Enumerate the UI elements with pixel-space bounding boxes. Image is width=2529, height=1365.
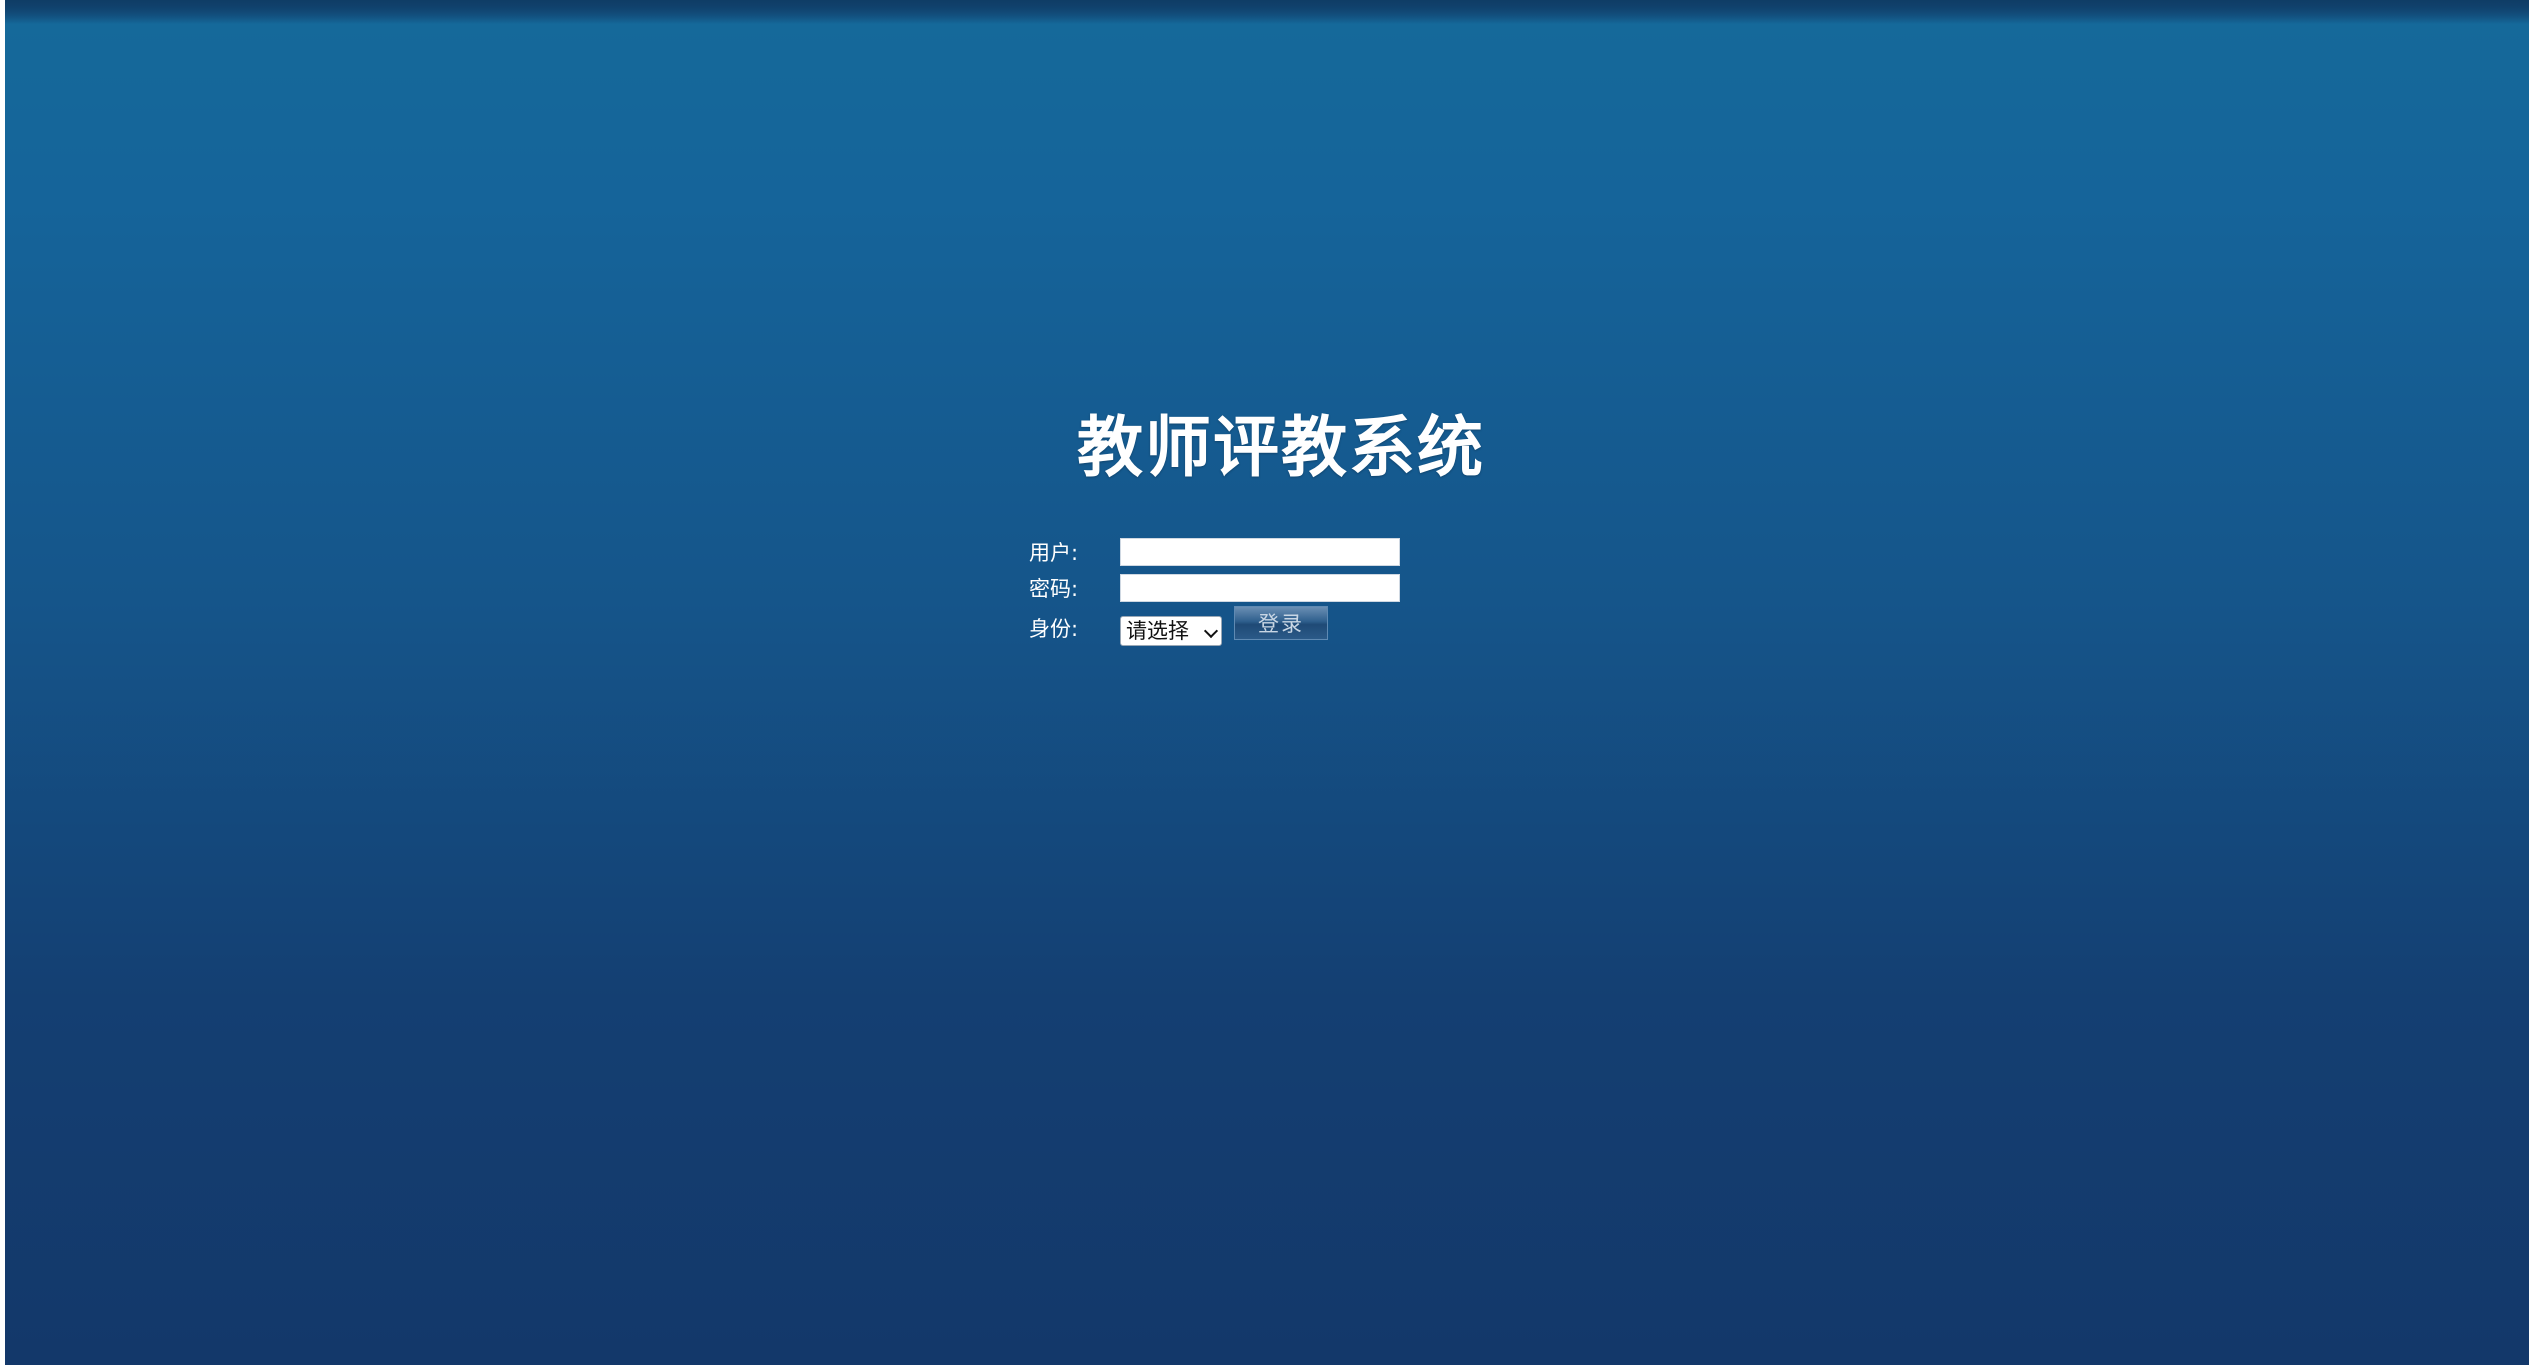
role-label: 身份: (1029, 617, 1079, 641)
login-button[interactable]: 登录 (1234, 606, 1328, 640)
page-title: 教师评教系统 (1077, 409, 1485, 486)
password-label: 密码: (1029, 577, 1079, 601)
password-input[interactable] (1120, 574, 1400, 602)
role-select[interactable]: 请选择 (1120, 616, 1222, 646)
username-label: 用户: (1029, 541, 1079, 565)
username-input[interactable] (1120, 538, 1400, 566)
chevron-down-icon (1203, 623, 1219, 639)
login-page-background: 教师评教系统 用户: 密码: 身份: 请选择 登录 (5, 0, 2529, 1365)
top-shadow (5, 0, 2529, 24)
role-selected-value: 请选择 (1126, 619, 1189, 643)
